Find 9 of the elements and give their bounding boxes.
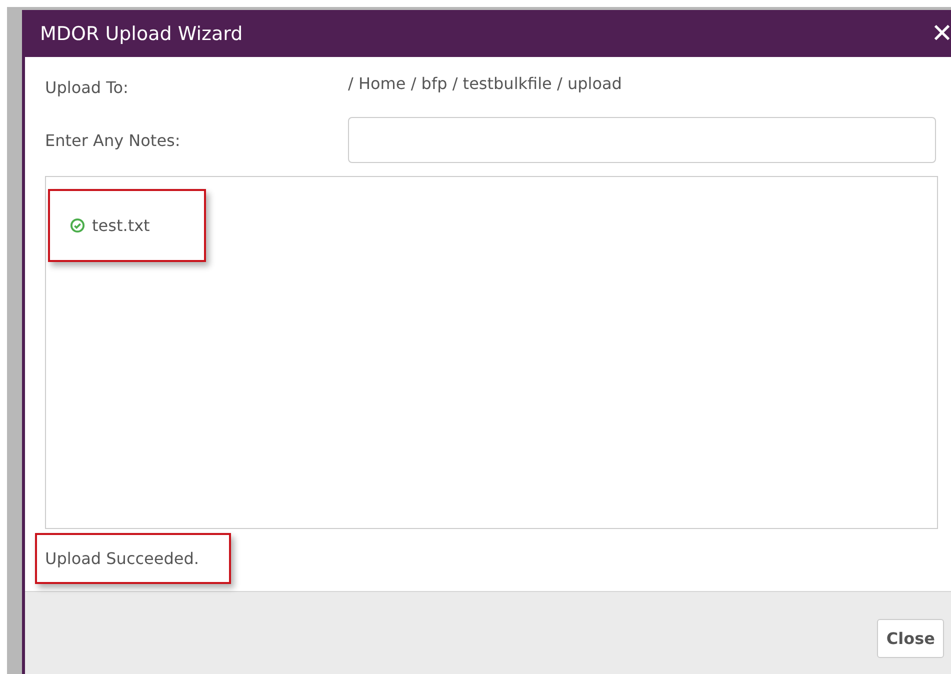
field-label: Enter Any Notes: [45, 130, 182, 150]
window-title: MDOR Upload Wizard [40, 22, 243, 44]
status-message: Upload Succeeded. [35, 533, 231, 584]
close-button[interactable]: ✕ [927, 18, 951, 48]
notes-field[interactable] [348, 117, 936, 163]
folder-path: / Home / bfp / testbulkfile / upload [348, 74, 622, 92]
field-label: Upload To: [45, 78, 130, 96]
file-name: test.txt [92, 216, 150, 235]
close-button[interactable]: Close [877, 619, 944, 658]
